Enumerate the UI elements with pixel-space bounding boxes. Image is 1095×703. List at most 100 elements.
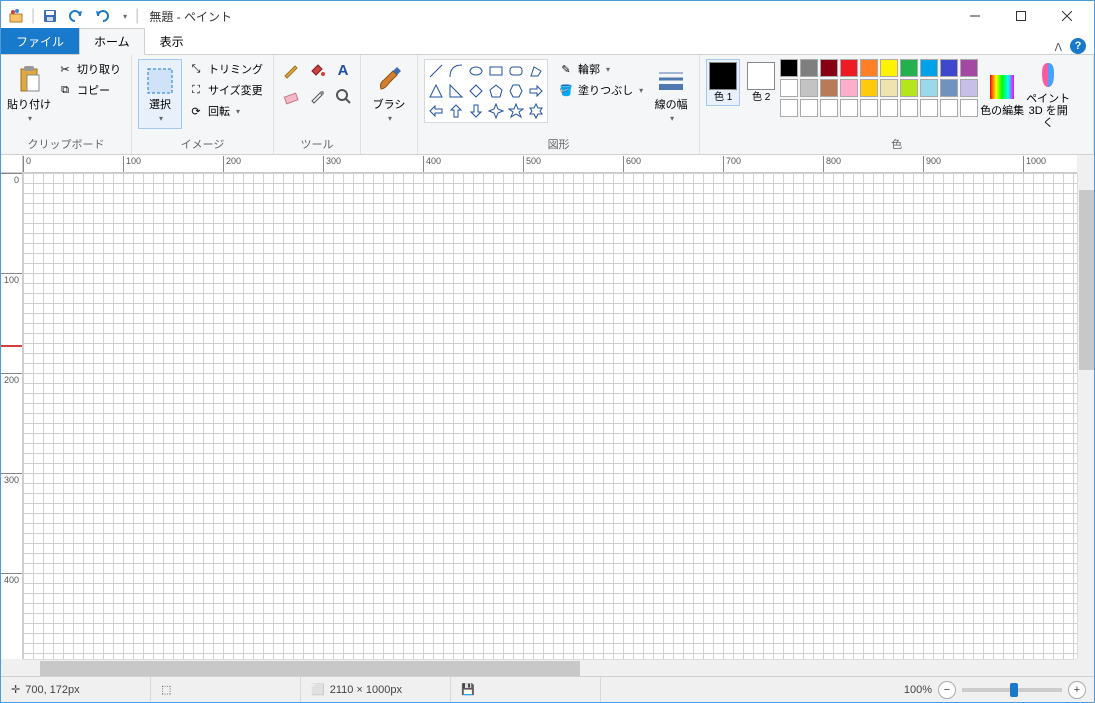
- collapse-ribbon-icon[interactable]: ᐱ: [1054, 41, 1062, 54]
- tab-home[interactable]: ホーム: [79, 28, 145, 55]
- palette-swatch-empty[interactable]: [880, 99, 898, 117]
- palette-swatch[interactable]: [880, 79, 898, 97]
- palette-swatch-empty[interactable]: [940, 99, 958, 117]
- cut-button[interactable]: ✂切り取り: [53, 59, 125, 79]
- shape-gallery[interactable]: [424, 59, 548, 123]
- maximize-button[interactable]: [998, 1, 1044, 31]
- palette-swatch[interactable]: [860, 59, 878, 77]
- tab-view[interactable]: 表示: [145, 28, 199, 54]
- scrollbar-thumb-v[interactable]: [1079, 190, 1094, 370]
- palette-swatch-empty[interactable]: [920, 99, 938, 117]
- paint3d-button[interactable]: ペイント 3D を開く: [1026, 59, 1070, 129]
- palette-swatch-empty[interactable]: [780, 99, 798, 117]
- palette-swatch-empty[interactable]: [960, 99, 978, 117]
- rotate-button[interactable]: ⟳回転: [184, 101, 267, 121]
- crop-button[interactable]: ⤡トリミング: [184, 59, 267, 79]
- resize-button[interactable]: ⛶サイズ変更: [184, 80, 267, 100]
- pencil-tool[interactable]: [280, 59, 302, 81]
- shape-pentagon[interactable]: [487, 82, 505, 100]
- canvas-area: 01002003004005006007008009001000 0100200…: [1, 155, 1094, 676]
- shape-hexagon[interactable]: [507, 82, 525, 100]
- palette-swatch-empty[interactable]: [840, 99, 858, 117]
- shape-arrow-right[interactable]: [527, 82, 545, 100]
- edit-colors-button[interactable]: 色の編集: [980, 59, 1024, 129]
- palette-swatch-empty[interactable]: [800, 99, 818, 117]
- app-icon[interactable]: [5, 5, 27, 27]
- shape-line[interactable]: [427, 62, 445, 80]
- palette-swatch[interactable]: [900, 79, 918, 97]
- palette-swatch[interactable]: [780, 59, 798, 77]
- fill-button[interactable]: 🪣塗りつぶし: [554, 80, 647, 100]
- shape-curve[interactable]: [447, 62, 465, 80]
- palette-swatch[interactable]: [820, 59, 838, 77]
- resize-icon: ⛶: [188, 82, 204, 98]
- palette-swatch[interactable]: [860, 79, 878, 97]
- crop-icon: ⤡: [188, 61, 204, 77]
- copy-button[interactable]: ⧉コピー: [53, 80, 125, 100]
- minimize-button[interactable]: [952, 1, 998, 31]
- fill-tool[interactable]: [306, 59, 328, 81]
- shape-arrow-up[interactable]: [447, 102, 465, 120]
- ribbon: 貼り付け ✂切り取り ⧉コピー クリップボード 選択 ⤡トリミング ⛶サイズ変更…: [1, 55, 1094, 155]
- shape-oval[interactable]: [467, 62, 485, 80]
- palette-swatch-empty[interactable]: [900, 99, 918, 117]
- redo-icon[interactable]: [91, 5, 113, 27]
- shape-diamond[interactable]: [467, 82, 485, 100]
- palette-swatch[interactable]: [800, 79, 818, 97]
- save-icon[interactable]: [39, 5, 61, 27]
- shape-triangle[interactable]: [427, 82, 445, 100]
- shape-arrow-down[interactable]: [467, 102, 485, 120]
- shape-right-triangle[interactable]: [447, 82, 465, 100]
- palette-swatch[interactable]: [800, 59, 818, 77]
- shape-rect[interactable]: [487, 62, 505, 80]
- palette-swatch[interactable]: [960, 59, 978, 77]
- palette-swatch-empty[interactable]: [820, 99, 838, 117]
- zoom-thumb[interactable]: [1010, 683, 1018, 697]
- shape-star6[interactable]: [527, 102, 545, 120]
- scrollbar-horizontal[interactable]: [23, 659, 1077, 676]
- text-tool[interactable]: A: [332, 59, 354, 81]
- zoom-in-button[interactable]: +: [1068, 681, 1086, 699]
- window-title: 無題 - ペイント: [149, 8, 232, 25]
- magnifier-tool[interactable]: [332, 85, 354, 107]
- paste-button[interactable]: 貼り付け: [7, 59, 51, 129]
- palette-swatch[interactable]: [920, 79, 938, 97]
- select-button[interactable]: 選択: [138, 59, 182, 129]
- shape-polygon[interactable]: [527, 62, 545, 80]
- palette-swatch[interactable]: [920, 59, 938, 77]
- shape-star4[interactable]: [487, 102, 505, 120]
- picker-tool[interactable]: [306, 85, 328, 107]
- outline-icon: ✎: [558, 61, 574, 77]
- color-2-button[interactable]: 色 2: [744, 59, 778, 106]
- palette-swatch[interactable]: [960, 79, 978, 97]
- scrollbar-vertical[interactable]: [1077, 173, 1094, 659]
- palette-swatch[interactable]: [940, 59, 958, 77]
- palette-swatch[interactable]: [820, 79, 838, 97]
- canvas[interactable]: [23, 173, 1077, 659]
- outline-button[interactable]: ✎輪郭: [554, 59, 647, 79]
- eraser-tool[interactable]: [280, 85, 302, 107]
- brush-button[interactable]: ブラシ: [367, 59, 411, 129]
- palette-swatch[interactable]: [840, 79, 858, 97]
- shape-star5[interactable]: [507, 102, 525, 120]
- palette-swatch[interactable]: [780, 79, 798, 97]
- palette-swatch[interactable]: [900, 59, 918, 77]
- close-button[interactable]: [1044, 1, 1090, 31]
- width-button[interactable]: 線の幅: [649, 59, 693, 129]
- zoom-control: 100% − +: [896, 681, 1094, 699]
- qat-customize-icon[interactable]: [117, 5, 131, 27]
- zoom-slider[interactable]: [962, 688, 1062, 692]
- palette-swatch-empty[interactable]: [860, 99, 878, 117]
- help-icon[interactable]: ?: [1070, 38, 1086, 54]
- palette-swatch[interactable]: [940, 79, 958, 97]
- undo-icon[interactable]: [65, 5, 87, 27]
- scrollbar-thumb-h[interactable]: [40, 661, 580, 676]
- shape-arrow-left[interactable]: [427, 102, 445, 120]
- selection-icon: ⬚: [161, 683, 171, 696]
- tab-file[interactable]: ファイル: [1, 28, 79, 54]
- zoom-out-button[interactable]: −: [938, 681, 956, 699]
- palette-swatch[interactable]: [880, 59, 898, 77]
- shape-roundrect[interactable]: [507, 62, 525, 80]
- color-1-button[interactable]: 色 1: [706, 59, 740, 106]
- palette-swatch[interactable]: [840, 59, 858, 77]
